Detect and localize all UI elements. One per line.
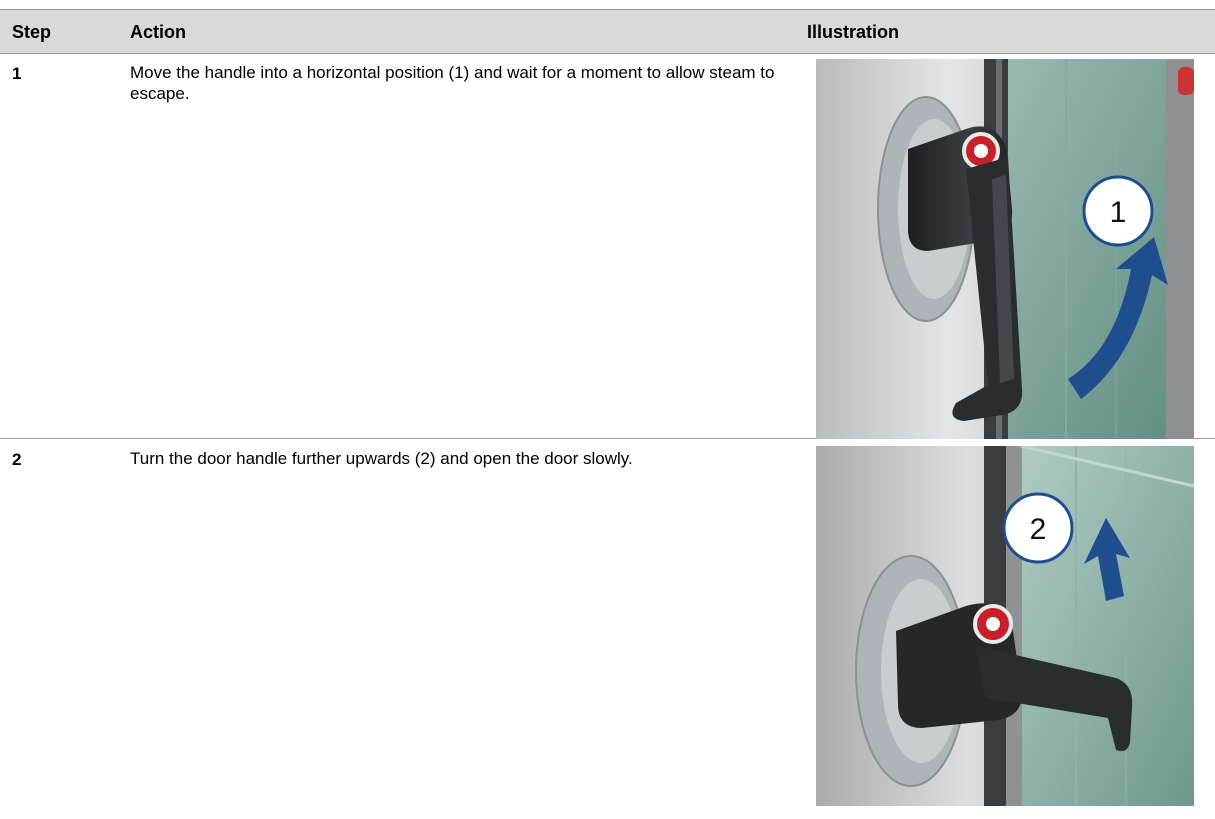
- door-handle-upwards-image: 2: [816, 446, 1194, 806]
- callout-2: 2: [1030, 513, 1047, 546]
- step-action-text: Move the handle into a horizontal positi…: [130, 63, 775, 103]
- table-row: 2 Turn the door handle further upwards (…: [0, 440, 1215, 819]
- header-action: Action: [130, 22, 186, 42]
- header-step: Step: [12, 22, 52, 42]
- step-number: 2: [12, 450, 22, 469]
- table-row: 1 Move the handle into a horizontal posi…: [0, 54, 1215, 439]
- step-action-text: Turn the door handle further upwards (2)…: [130, 449, 633, 468]
- table-header: Step Action Illustration: [0, 9, 1215, 54]
- door-handle-horizontal-image: 1: [816, 59, 1194, 439]
- step-number: 1: [12, 64, 22, 83]
- header-illustration: Illustration: [807, 22, 900, 42]
- callout-1: 1: [1110, 196, 1127, 229]
